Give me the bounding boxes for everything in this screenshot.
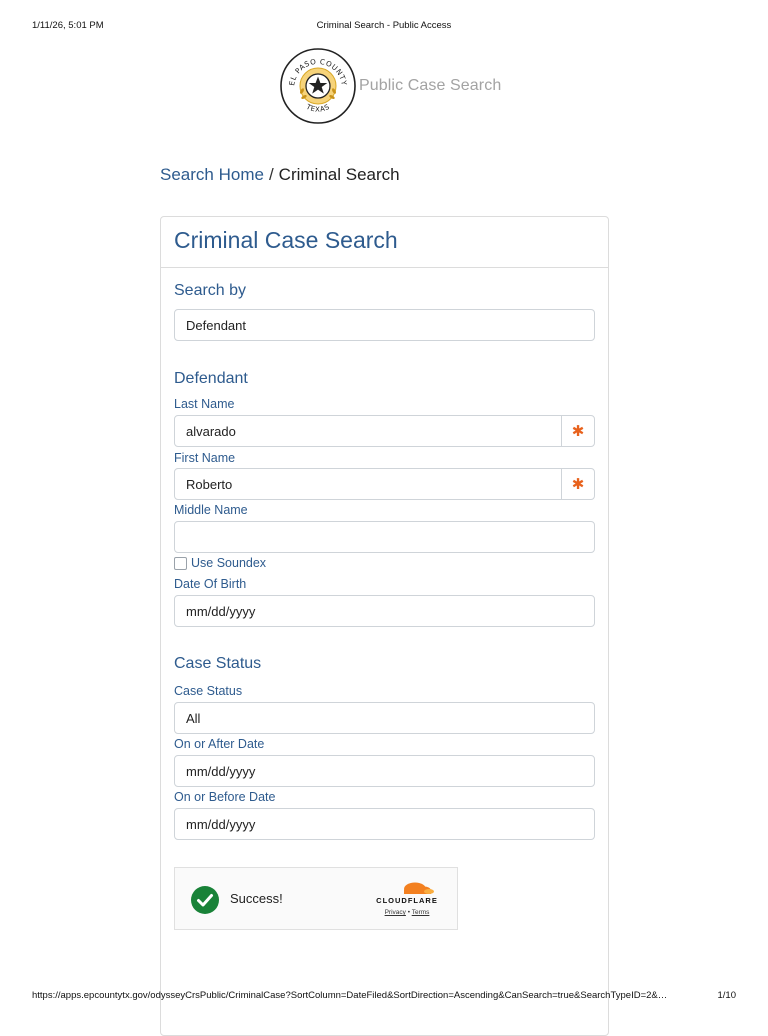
cloudflare-logo-text: CLOUDFLARE — [376, 896, 438, 905]
on-or-after-date-placeholder: mm/dd/yyyy — [186, 763, 256, 779]
breadcrumb-current: Criminal Search — [278, 165, 400, 184]
terms-link[interactable]: Terms — [412, 909, 430, 916]
required-asterisk-icon: ✱ — [561, 416, 594, 446]
first-name-label: First Name — [174, 451, 236, 465]
use-soundex-option[interactable]: Use Soundex — [174, 556, 266, 570]
last-name-input[interactable]: alvarado ✱ — [174, 415, 595, 447]
date-of-birth-label: Date Of Birth — [174, 577, 247, 591]
on-or-before-date-label: On or Before Date — [174, 790, 276, 804]
cloudflare-cloud-icon — [404, 882, 434, 894]
captcha-links: Privacy • Terms — [371, 909, 443, 916]
middle-name-input[interactable] — [174, 521, 595, 553]
success-check-icon — [191, 886, 219, 914]
cloudflare-turnstile-widget[interactable]: Success! CLOUDFLARE Privacy • Terms — [174, 867, 458, 930]
search-by-select[interactable]: Defendant — [174, 309, 595, 341]
link-separator: • — [407, 909, 410, 916]
use-soundex-checkbox[interactable] — [174, 556, 187, 570]
required-asterisk-icon: ✱ — [561, 469, 594, 499]
breadcrumb-search-home-link[interactable]: Search Home — [160, 165, 264, 184]
site-brand[interactable]: EL PASO COUNTY TEXAS Public Case Search — [279, 46, 501, 126]
on-or-after-date-input[interactable]: mm/dd/yyyy — [174, 755, 595, 787]
date-of-birth-input[interactable]: mm/dd/yyyy — [174, 595, 595, 627]
breadcrumb-separator: / — [268, 165, 274, 184]
use-soundex-label[interactable]: Use Soundex — [191, 556, 266, 570]
case-status-label: Case Status — [174, 684, 243, 698]
print-url: https://apps.epcountytx.gov/odysseyCrsPu… — [32, 990, 668, 1001]
print-page-title: Criminal Search - Public Access — [316, 20, 452, 31]
privacy-link[interactable]: Privacy — [385, 909, 406, 916]
date-of-birth-placeholder: mm/dd/yyyy — [186, 603, 256, 619]
case-status-heading: Case Status — [174, 655, 262, 672]
print-header: 1/11/26, 5:01 PM Criminal Search - Publi… — [32, 20, 736, 34]
first-name-value: Roberto — [186, 476, 233, 492]
on-or-before-date-input[interactable]: mm/dd/yyyy — [174, 808, 595, 840]
defendant-heading: Defendant — [174, 370, 248, 387]
on-or-before-date-placeholder: mm/dd/yyyy — [186, 816, 256, 832]
first-name-input[interactable]: Roberto ✱ — [174, 468, 595, 500]
case-status-value: All — [186, 710, 201, 726]
county-seal-logo: EL PASO COUNTY TEXAS — [280, 48, 356, 124]
form-title: Criminal Case Search — [174, 227, 398, 253]
criminal-search-form: Criminal Case Search Search by Defendant… — [160, 216, 609, 1036]
case-status-select[interactable]: All — [174, 702, 595, 734]
print-page-number: 1/10 — [717, 990, 737, 1001]
captcha-status-text: Success! — [230, 891, 283, 906]
form-header: Criminal Case Search — [161, 217, 608, 268]
last-name-label: Last Name — [174, 397, 235, 411]
search-by-heading: Search by — [174, 282, 247, 299]
middle-name-label: Middle Name — [174, 503, 248, 517]
on-or-after-date-label: On or After Date — [174, 737, 265, 751]
site-name[interactable]: Public Case Search — [359, 77, 501, 95]
breadcrumb: Search Home / Criminal Search — [160, 165, 400, 185]
last-name-value: alvarado — [186, 423, 236, 439]
print-footer: https://apps.epcountytx.gov/odysseyCrsPu… — [32, 990, 736, 1004]
search-by-value: Defendant — [186, 317, 246, 333]
